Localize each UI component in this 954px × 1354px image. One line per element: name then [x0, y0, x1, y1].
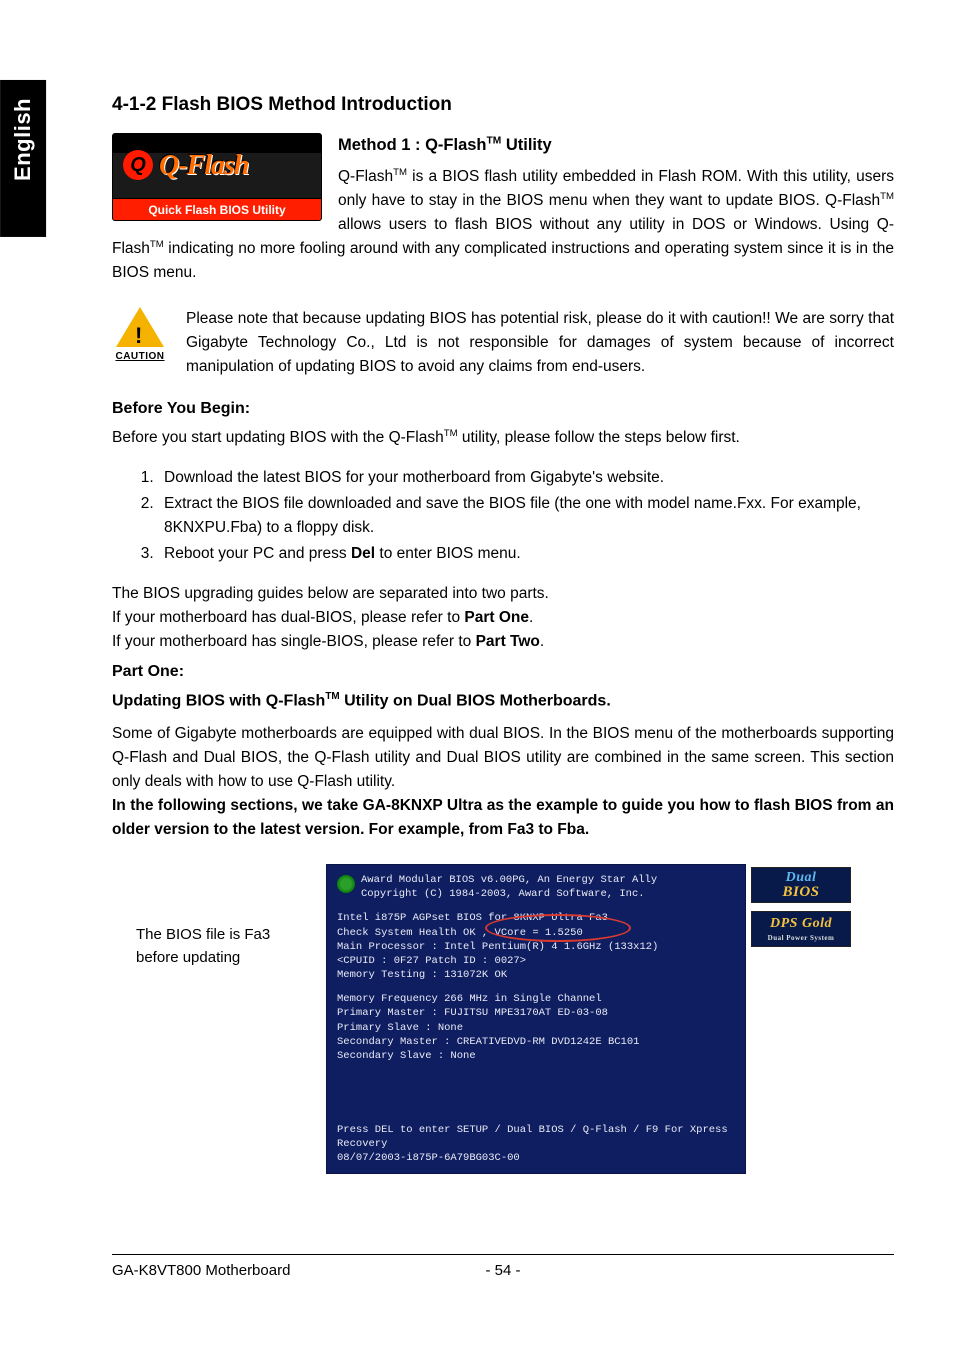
steps-list: Download the latest BIOS for your mother… [136, 466, 894, 566]
bios-line: Memory Testing : 131072K OK [337, 968, 735, 982]
t: If your motherboard has single-BIOS, ple… [112, 633, 476, 650]
bios-note: The BIOS file is Fa3 before updating [136, 864, 306, 1174]
step-item: Reboot your PC and press Del to enter BI… [158, 542, 894, 566]
bios-screenshot-area: The BIOS file is Fa3 before updating Awa… [112, 864, 894, 1174]
part-one-heading: Part One: [112, 660, 894, 685]
method1-title-post: Utility [501, 136, 551, 154]
tm-mark: TM [150, 239, 164, 250]
caution-block: CAUTION Please note that because updatin… [112, 307, 894, 379]
t: Q-Flash [338, 168, 393, 185]
qflash-logo-sub: Quick Flash BIOS Utility [113, 198, 321, 220]
section-title: 4-1-2 Flash BIOS Method Introduction [112, 90, 894, 119]
dual-bios-badge: Dual BIOS [751, 867, 851, 903]
bios-line: 08/07/2003-i875P-6A79BG03C-00 [337, 1151, 735, 1165]
dps-badge: DPS Gold Dual Power System [751, 911, 851, 947]
bios-line: Memory Frequency 266 MHz in Single Chann… [337, 992, 735, 1006]
epa-icon [337, 875, 355, 893]
t: is a BIOS flash utility embedded in Flas… [338, 168, 894, 209]
t: Updating BIOS with Q-Flash [112, 692, 325, 709]
method1-title-pre: Method 1 : Q-Flash [338, 136, 487, 154]
page-footer: GA-K8VT800 Motherboard - 54 - [112, 1254, 894, 1282]
tm-mark: TM [393, 167, 407, 178]
t: Del [351, 545, 375, 562]
guides-line3: If your motherboard has single-BIOS, ple… [112, 630, 894, 654]
bios-line: Secondary Slave : None [337, 1049, 735, 1063]
t: Dual Power System [768, 934, 835, 943]
part-one-bold: In the following sections, we take GA-8K… [112, 794, 894, 842]
t: to enter BIOS menu. [375, 545, 521, 562]
t: indicating no more fooling around with a… [112, 240, 894, 281]
t: Dual [786, 871, 817, 884]
badge-column: Dual BIOS DPS Gold Dual Power System [751, 867, 855, 955]
before-text: Before you start updating BIOS with the … [112, 426, 894, 450]
bios-line: Press DEL to enter SETUP / Dual BIOS / Q… [337, 1123, 735, 1151]
t: DPS Gold [770, 915, 832, 934]
guides-line2: If your motherboard has dual-BIOS, pleas… [112, 606, 894, 630]
t: Utility on Dual BIOS Motherboards. [340, 692, 611, 709]
tm-mark: TM [487, 136, 502, 147]
tm-mark: TM [325, 691, 339, 702]
t: . [529, 609, 533, 626]
qflash-logo: Q Q-Flash Quick Flash BIOS Utility [112, 133, 322, 221]
highlight-circle [485, 914, 631, 942]
bios-line: Primary Master : FUJITSU MPE3170AT ED-03… [337, 1006, 735, 1020]
t: Before you start updating BIOS with the … [112, 429, 444, 446]
t: utility, please follow the steps below f… [458, 429, 740, 446]
page-content: 4-1-2 Flash BIOS Method Introduction Q Q… [112, 90, 894, 1174]
language-tab: English [0, 80, 46, 237]
t: If your motherboard has dual-BIOS, pleas… [112, 609, 464, 626]
bios-line: Primary Slave : None [337, 1021, 735, 1035]
part-one-subheading: Updating BIOS with Q-FlashTM Utility on … [112, 689, 894, 714]
t: BIOS [782, 885, 819, 899]
bios-line: Copyright (C) 1984-2003, Award Software,… [361, 887, 735, 901]
bios-line: <CPUID : 0F27 Patch ID : 0027> [337, 954, 735, 968]
caution-text: Please note that because updating BIOS h… [186, 307, 894, 379]
tm-mark: TM [880, 191, 894, 202]
bios-screenshot: Award Modular BIOS v6.00PG, An Energy St… [326, 864, 746, 1174]
step-item: Extract the BIOS file downloaded and sav… [158, 492, 894, 540]
step-item: Download the latest BIOS for your mother… [158, 466, 894, 490]
t: . [540, 633, 544, 650]
t: Reboot your PC and press [164, 545, 351, 562]
footer-model: GA-K8VT800 Motherboard [112, 1259, 463, 1282]
guides-line1: The BIOS upgrading guides below are sepa… [112, 582, 894, 606]
t: Part One [464, 609, 529, 626]
caution-icon: CAUTION [112, 307, 168, 365]
before-heading: Before You Begin: [112, 397, 894, 422]
bios-line: Main Processor : Intel Pentium(R) 4 1.6G… [337, 940, 735, 954]
bios-line: Secondary Master : CREATIVEDVD-RM DVD124… [337, 1035, 735, 1049]
bios-line: Award Modular BIOS v6.00PG, An Energy St… [361, 873, 735, 887]
qflash-q-icon: Q [123, 150, 153, 180]
t: Part Two [476, 633, 540, 650]
tm-mark: TM [444, 428, 458, 439]
footer-page-number: - 54 - [463, 1259, 543, 1282]
intro-block: Q Q-Flash Quick Flash BIOS Utility Metho… [112, 133, 894, 285]
part-one-p1: Some of Gigabyte motherboards are equipp… [112, 722, 894, 794]
qflash-logo-text: Q-Flash [159, 144, 248, 187]
